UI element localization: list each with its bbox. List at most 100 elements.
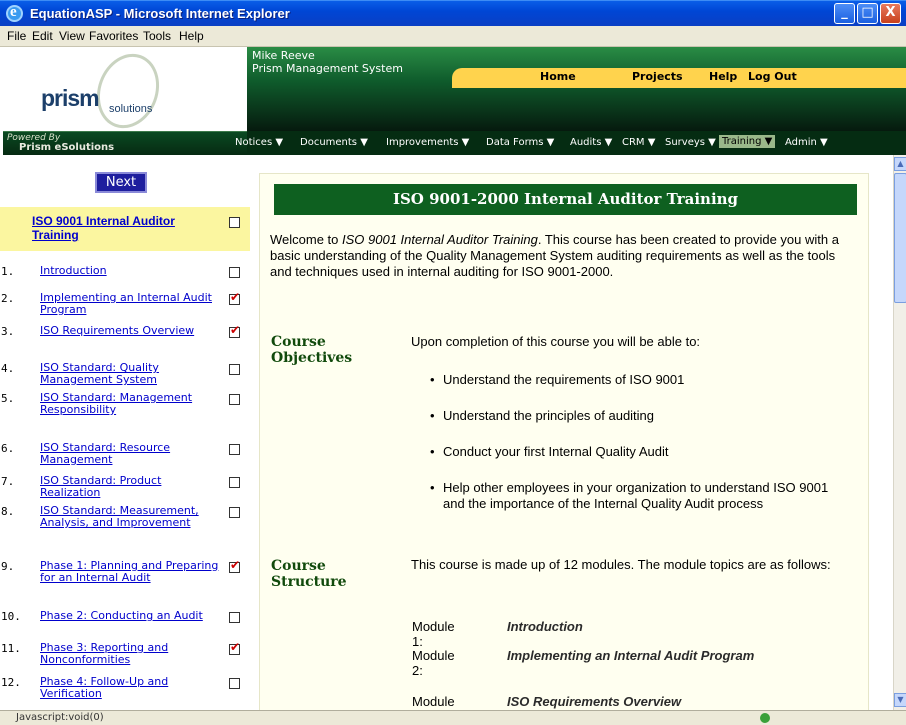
- module-title: Introduction: [507, 619, 583, 634]
- zone-icon: [760, 713, 770, 723]
- module-checkbox[interactable]: [229, 612, 240, 623]
- objective-item: Help other employees in your organizatio…: [430, 480, 843, 512]
- nav-notices[interactable]: Notices ▼: [235, 137, 283, 148]
- course-checkbox[interactable]: [229, 217, 240, 228]
- prism-logo[interactable]: prism solutions: [3, 45, 247, 137]
- module-checkbox[interactable]: [229, 558, 240, 573]
- user-name: Mike Reeve: [252, 49, 315, 62]
- logo-swoosh-icon: [86, 45, 170, 137]
- item-number: 11.: [1, 642, 21, 655]
- logo-name: prism: [41, 85, 100, 111]
- status-text: Javascript:void(0): [16, 712, 104, 723]
- module-checkbox[interactable]: [229, 507, 240, 518]
- nav-training[interactable]: Training ▼: [719, 135, 776, 148]
- menu-view[interactable]: View: [59, 29, 85, 43]
- module-checkbox[interactable]: [229, 323, 240, 338]
- module-label: Module 2:: [412, 648, 455, 678]
- nav-audits[interactable]: Audits ▼: [570, 137, 612, 148]
- vertical-scrollbar[interactable]: ▲ ▼: [893, 155, 906, 710]
- powered-by-name: Prism eSolutions: [19, 142, 115, 153]
- module-link[interactable]: ISO Requirements Overview: [40, 325, 220, 337]
- main-content: ISO 9001-2000 Internal Auditor Training …: [250, 155, 893, 710]
- nav-documents[interactable]: Documents ▼: [300, 137, 368, 148]
- user-info: Mike Reeve Prism Management System: [252, 49, 403, 75]
- module-link[interactable]: ISO Standard: Measurement, Analysis, and…: [40, 505, 220, 529]
- item-number: 5.: [1, 392, 15, 405]
- main-nav: Notices ▼ Documents ▼ Improvements ▼ Dat…: [235, 131, 906, 155]
- objectives-intro: Upon completion of this course you will …: [411, 334, 701, 349]
- course-sidebar: Next ISO 9001 Internal Auditor Training …: [0, 155, 250, 710]
- nav-admin[interactable]: Admin ▼: [785, 137, 828, 148]
- intro-course-name: ISO 9001 Internal Auditor Training: [342, 232, 538, 247]
- course-heading: ISO 9001-2000 Internal Auditor Training: [274, 184, 857, 215]
- window-title-bar[interactable]: EquationASP - Microsoft Internet Explore…: [0, 0, 906, 26]
- module-link[interactable]: ISO Standard: Quality Management System: [40, 362, 220, 386]
- logout-link[interactable]: Log Out: [748, 70, 797, 83]
- status-bar: Javascript:void(0): [0, 710, 906, 725]
- module-checkbox[interactable]: [229, 678, 240, 689]
- module-title: Implementing an Internal Audit Program: [507, 648, 755, 663]
- menu-edit[interactable]: Edit: [32, 29, 53, 43]
- course-panel: ISO 9001-2000 Internal Auditor Training …: [259, 173, 869, 710]
- intro-paragraph: Welcome to ISO 9001 Internal Auditor Tra…: [270, 232, 858, 280]
- item-number: 6.: [1, 442, 15, 455]
- item-number: 8.: [1, 505, 15, 518]
- module-link[interactable]: ISO Standard: Resource Management: [40, 442, 220, 466]
- internet-explorer-icon: [6, 4, 23, 22]
- projects-link[interactable]: Projects: [632, 70, 683, 83]
- item-number: 9.: [1, 560, 15, 573]
- scroll-down-icon[interactable]: ▼: [894, 693, 906, 707]
- module-checkbox[interactable]: [229, 290, 240, 305]
- next-button[interactable]: Next: [95, 172, 147, 193]
- item-number: 7.: [1, 475, 15, 488]
- objective-item: Understand the requirements of ISO 9001: [430, 372, 843, 388]
- module-checkbox[interactable]: [229, 267, 240, 278]
- system-name: Prism Management System: [252, 62, 403, 75]
- close-button[interactable]: X: [880, 3, 901, 24]
- module-checkbox[interactable]: [229, 477, 240, 488]
- menu-help[interactable]: Help: [179, 29, 204, 43]
- menu-file[interactable]: File: [7, 29, 26, 43]
- module-checkbox[interactable]: [229, 640, 240, 655]
- module-link[interactable]: Phase 2: Conducting an Audit: [40, 610, 220, 622]
- objective-item: Conduct your first Internal Quality Audi…: [430, 444, 843, 460]
- item-number: 2.: [1, 292, 15, 305]
- top-nav: Home Projects Help Log Out: [452, 68, 906, 88]
- scroll-thumb[interactable]: [894, 173, 906, 303]
- module-checkbox[interactable]: [229, 444, 240, 455]
- module-checkbox[interactable]: [229, 364, 240, 375]
- module-title: ISO Requirements Overview: [507, 694, 682, 709]
- home-link[interactable]: Home: [540, 70, 576, 83]
- powered-by: Powered By Prism eSolutions: [3, 131, 247, 155]
- nav-data-forms[interactable]: Data Forms ▼: [486, 137, 554, 148]
- module-link[interactable]: Phase 4: Follow-Up and Verification: [40, 676, 220, 700]
- window-title: EquationASP - Microsoft Internet Explore…: [30, 6, 290, 21]
- module-label: Module 3:: [412, 694, 455, 710]
- structure-intro: This course is made up of 12 modules. Th…: [411, 557, 831, 572]
- nav-improvements[interactable]: Improvements ▼: [386, 137, 469, 148]
- scroll-up-icon[interactable]: ▲: [894, 157, 906, 171]
- module-link[interactable]: Implementing an Internal Audit Program: [40, 292, 220, 316]
- menu-favorites[interactable]: Favorites: [89, 29, 138, 43]
- nav-surveys[interactable]: Surveys ▼: [665, 137, 716, 148]
- module-link[interactable]: Introduction: [40, 265, 220, 277]
- course-title-link[interactable]: ISO 9001 Internal Auditor Training: [32, 214, 218, 242]
- menu-tools[interactable]: Tools: [143, 29, 171, 43]
- item-number: 4.: [1, 362, 15, 375]
- module-link[interactable]: ISO Standard: Product Realization: [40, 475, 220, 499]
- structure-heading: Course Structure: [271, 558, 347, 590]
- item-number: 1.: [1, 265, 15, 278]
- module-link[interactable]: ISO Standard: Management Responsibility: [40, 392, 220, 416]
- minimize-button[interactable]: _: [834, 3, 855, 24]
- objectives-heading: Course Objectives: [271, 334, 353, 366]
- module-checkbox[interactable]: [229, 394, 240, 405]
- module-link[interactable]: Phase 3: Reporting and Nonconformities: [40, 642, 220, 666]
- site-header: Mike Reeve Prism Management System: [247, 47, 906, 131]
- nav-crm[interactable]: CRM ▼: [622, 137, 655, 148]
- menu-bar: File Edit View Favorites Tools Help: [0, 26, 906, 71]
- item-number: 12.: [1, 676, 21, 689]
- help-link[interactable]: Help: [709, 70, 737, 83]
- maximize-button[interactable]: □: [857, 3, 878, 24]
- module-link[interactable]: Phase 1: Planning and Preparing for an I…: [40, 560, 220, 584]
- intro-text: Welcome to: [270, 232, 343, 247]
